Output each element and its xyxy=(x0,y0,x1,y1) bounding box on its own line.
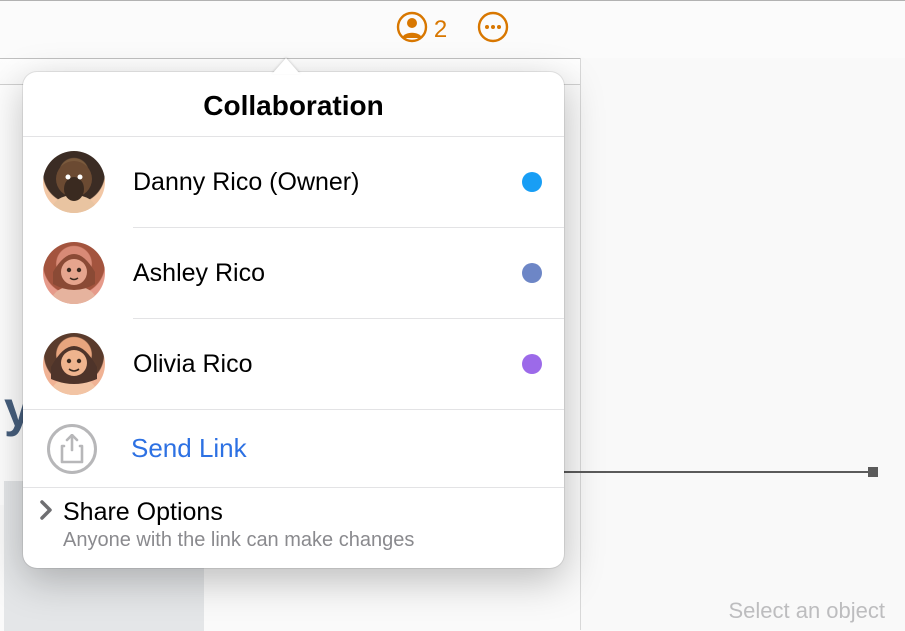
person-icon xyxy=(396,11,428,48)
send-link-row[interactable]: Send Link xyxy=(23,409,564,487)
inspector-sidebar xyxy=(580,58,905,630)
participant-name: Olivia Rico xyxy=(133,350,522,379)
participant-name: Danny Rico (Owner) xyxy=(133,168,522,197)
ellipsis-icon xyxy=(477,11,509,48)
avatar xyxy=(43,151,105,213)
callout-endpoint xyxy=(868,467,878,477)
participant-row[interactable]: Danny Rico (Owner) xyxy=(23,137,564,227)
participant-name: Ashley Rico xyxy=(133,259,522,288)
collab-count: 2 xyxy=(434,16,447,44)
participant-list: Danny Rico (Owner) Ashley Rico Olivia Ri… xyxy=(23,137,564,409)
presence-dot xyxy=(522,354,542,374)
presence-dot xyxy=(522,263,542,283)
share-options-row[interactable]: Share Options Anyone with the link can m… xyxy=(23,487,564,568)
presence-dot xyxy=(522,172,542,192)
more-toolbar-button[interactable] xyxy=(477,12,509,48)
share-icon xyxy=(47,424,97,474)
share-options-subtitle: Anyone with the link can make changes xyxy=(63,529,542,552)
participant-row[interactable]: Olivia Rico xyxy=(23,319,564,409)
share-options-label: Share Options xyxy=(63,498,223,527)
avatar xyxy=(43,242,105,304)
avatar xyxy=(43,333,105,395)
popover-title: Collaboration xyxy=(23,72,564,137)
chevron-right-icon xyxy=(37,499,55,526)
participant-row[interactable]: Ashley Rico xyxy=(23,228,564,318)
toolbar: 2 xyxy=(0,0,905,58)
inspector-hint: Select an object xyxy=(728,598,885,624)
collaboration-toolbar-button[interactable]: 2 xyxy=(396,12,447,48)
popover-arrow xyxy=(272,58,300,74)
send-link-label: Send Link xyxy=(131,433,247,464)
